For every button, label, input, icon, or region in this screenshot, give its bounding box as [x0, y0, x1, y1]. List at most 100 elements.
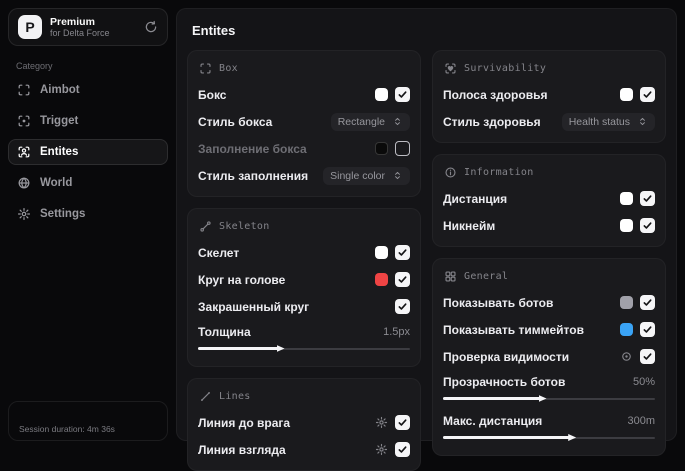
checkbox[interactable]	[640, 349, 655, 364]
checkbox[interactable]	[395, 141, 410, 156]
toggle-row: Полоса здоровья	[443, 84, 655, 105]
slider-fill	[443, 436, 571, 439]
setting-label: Показывать ботов	[443, 295, 554, 310]
select-dropdown[interactable]: Single color	[323, 166, 410, 185]
gear-icon[interactable]	[375, 416, 388, 429]
setting-label: Полоса здоровья	[443, 87, 548, 102]
check-icon	[642, 193, 653, 204]
sidebar-item-trigget[interactable]: Trigget	[8, 108, 168, 134]
card-header: Skeleton	[199, 220, 410, 233]
select-dropdown[interactable]: Health status	[561, 112, 655, 131]
card-title: General	[464, 271, 509, 282]
premium-card[interactable]: P Premium for Delta Force	[8, 8, 168, 46]
check-icon	[642, 89, 653, 100]
checkbox[interactable]	[640, 87, 655, 102]
card-header: Survivability	[444, 62, 655, 75]
premium-logo: P	[18, 15, 42, 39]
toggle-row: Заполнение бокса	[198, 138, 410, 159]
check-icon	[642, 351, 653, 362]
check-icon	[397, 274, 408, 285]
slider-thumb[interactable]	[538, 395, 547, 402]
category-label: Category	[16, 61, 53, 71]
focus-icon[interactable]	[620, 350, 633, 363]
setting-label: Стиль здоровья	[443, 114, 541, 129]
checkbox[interactable]	[395, 245, 410, 260]
card-header: General	[444, 270, 655, 283]
toggle-row: Скелет	[198, 242, 410, 263]
sidebar-item-entites[interactable]: Entites	[8, 139, 168, 165]
card-title: Survivability	[464, 63, 547, 74]
toggle-row: Закрашенный круг	[198, 296, 410, 317]
checkbox[interactable]	[395, 299, 410, 314]
card-columns: Box Бокс Стиль бокса Rectangle Заполнение бо…	[187, 50, 666, 471]
toggle-row: Линия до врага	[198, 412, 410, 433]
color-swatch[interactable]	[620, 192, 633, 205]
select-row: Стиль заполнения Single color	[198, 165, 410, 186]
person-scan-icon	[17, 145, 31, 159]
checkbox[interactable]	[640, 191, 655, 206]
setting-label: Проверка видимости	[443, 349, 570, 364]
globe-icon	[17, 176, 31, 190]
checkbox[interactable]	[640, 322, 655, 337]
color-swatch[interactable]	[620, 296, 633, 309]
chevrons-up-down-icon	[392, 170, 403, 181]
card-information: Information Дистанция Никнейм	[432, 154, 666, 247]
toggle-row: Круг на голове	[198, 269, 410, 290]
grid-icon	[444, 270, 457, 283]
slider[interactable]	[198, 345, 410, 352]
chevrons-up-down-icon	[392, 116, 403, 127]
card-lines: Lines Линия до врага Линия взгляда	[187, 378, 421, 471]
checkbox[interactable]	[640, 218, 655, 233]
color-swatch[interactable]	[375, 142, 388, 155]
slider-value: 1.5px	[383, 326, 410, 338]
sidebar-item-settings[interactable]: Settings	[8, 201, 168, 227]
sidebar-item-aimbot[interactable]: Aimbot	[8, 77, 168, 103]
slider-fill	[443, 397, 541, 400]
card-header: Information	[444, 166, 655, 179]
box-scan-icon	[199, 62, 212, 75]
checkbox[interactable]	[395, 415, 410, 430]
bone-icon	[199, 220, 212, 233]
slider-row: Прозрачность ботов 50%	[443, 373, 655, 406]
card-header: Box	[199, 62, 410, 75]
color-swatch[interactable]	[375, 273, 388, 286]
check-icon	[397, 444, 408, 455]
color-swatch[interactable]	[620, 323, 633, 336]
gear-icon[interactable]	[375, 443, 388, 456]
select-value: Rectangle	[337, 115, 385, 128]
line-icon	[199, 390, 212, 403]
card-skeleton: Skeleton Скелет Круг на голове Закрашенный …	[187, 208, 421, 367]
check-icon	[642, 324, 653, 335]
select-value: Health status	[568, 115, 630, 128]
select-dropdown[interactable]: Rectangle	[330, 112, 410, 131]
sidebar-nav: Aimbot Trigget Entites World Settings	[8, 77, 168, 227]
sidebar-item-label: Settings	[40, 208, 86, 220]
main-panel: Entites Box Бокс Стиль бокса Rectangle Запол…	[176, 8, 677, 471]
column-left: Box Бокс Стиль бокса Rectangle Заполнение бо…	[187, 50, 421, 471]
check-icon	[397, 417, 408, 428]
check-icon	[397, 247, 408, 258]
session-box: Session duration: 4m 36s	[8, 401, 168, 441]
checkbox[interactable]	[395, 442, 410, 457]
toggle-row: Никнейм	[443, 215, 655, 236]
slider[interactable]	[443, 395, 655, 402]
slider-row: Макс. дистанция 300m	[443, 412, 655, 445]
setting-label: Никнейм	[443, 218, 496, 233]
checkbox[interactable]	[395, 87, 410, 102]
setting-label: Показывать тиммейтов	[443, 322, 584, 337]
setting-label: Круг на голове	[198, 272, 286, 287]
slider-thumb[interactable]	[568, 434, 577, 441]
checkbox[interactable]	[640, 295, 655, 310]
slider[interactable]	[443, 434, 655, 441]
setting-label: Бокс	[198, 87, 227, 102]
check-icon	[642, 220, 653, 231]
sidebar-item-world[interactable]: World	[8, 170, 168, 196]
color-swatch[interactable]	[620, 88, 633, 101]
refresh-icon[interactable]	[144, 20, 158, 34]
color-swatch[interactable]	[620, 219, 633, 232]
slider-thumb[interactable]	[276, 345, 285, 352]
heart-scan-icon	[444, 62, 457, 75]
color-swatch[interactable]	[375, 88, 388, 101]
color-swatch[interactable]	[375, 246, 388, 259]
checkbox[interactable]	[395, 272, 410, 287]
